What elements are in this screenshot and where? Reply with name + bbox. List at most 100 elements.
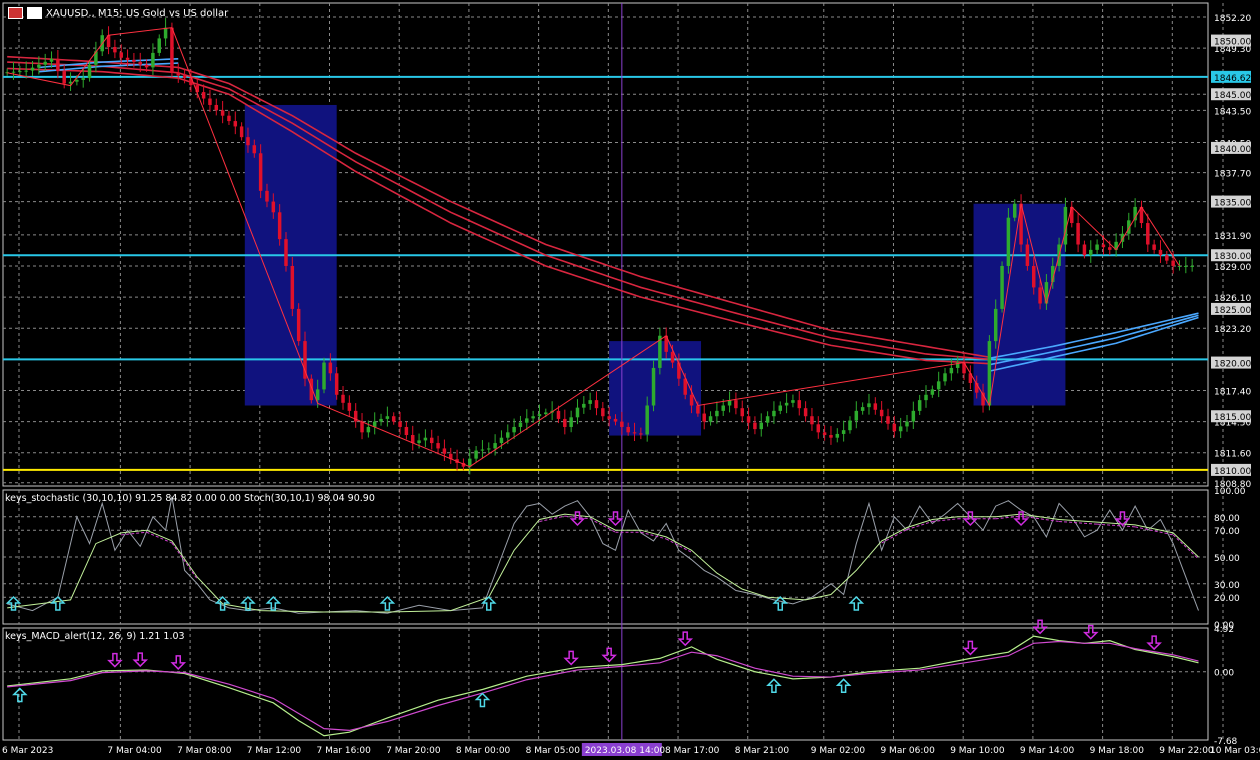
candle-body	[442, 448, 447, 454]
time-axis-label: 9 Mar 10:00	[950, 746, 1005, 756]
candle-body	[930, 389, 935, 395]
candle-body	[87, 64, 92, 79]
candle-body	[220, 110, 225, 116]
stoch-tick-label: 70.00	[1214, 527, 1240, 537]
candle-body	[360, 421, 364, 433]
candle-body	[125, 57, 130, 60]
candle-body	[277, 212, 282, 240]
time-axis-label: 8 Mar 05:00	[526, 746, 581, 756]
candle-body	[246, 137, 250, 146]
candle-body	[239, 126, 244, 138]
candle-body	[854, 410, 859, 421]
candle-body	[759, 422, 763, 430]
candle-body	[56, 58, 60, 72]
candle-body	[905, 421, 909, 427]
candle-body	[588, 400, 592, 404]
candle-body	[1165, 255, 1169, 261]
macd-tick-label: 0.00	[1214, 669, 1234, 679]
candle-body	[499, 437, 504, 444]
candle-body	[1158, 249, 1163, 256]
candle-body	[43, 61, 47, 65]
candle-body	[398, 421, 402, 427]
candle-body	[24, 70, 28, 72]
candle-body	[493, 443, 497, 449]
candle-body	[753, 422, 757, 430]
chart-header: XAUUSD., M15: US Gold vs US dollar	[8, 7, 228, 19]
candle-body	[30, 67, 35, 71]
candle-body	[740, 408, 744, 417]
candle-body	[265, 190, 269, 202]
candle-body	[1076, 223, 1080, 245]
candle-body	[170, 27, 174, 73]
candle-body	[487, 448, 491, 450]
price-tick-label: 1829.00	[1214, 263, 1251, 273]
candle-body	[18, 71, 22, 73]
time-axis-label: 8 Mar 17:00	[665, 746, 720, 756]
candle-body	[746, 416, 751, 423]
candle-body	[138, 62, 142, 65]
candle-body	[949, 367, 954, 374]
candle-body	[848, 420, 852, 431]
candle-body	[772, 410, 776, 417]
price-tick-label: 1837.70	[1214, 170, 1251, 180]
candle-body	[1101, 244, 1106, 248]
price-tick-label: 1823.20	[1214, 325, 1251, 335]
chart-window-icon	[8, 7, 23, 19]
candle-body	[721, 405, 725, 411]
candle-body	[835, 433, 840, 438]
candle-body	[119, 52, 123, 58]
candle-body	[639, 433, 643, 435]
price-label-text: 1845.00	[1214, 91, 1251, 101]
candle-body	[429, 437, 434, 444]
candle-body	[829, 435, 833, 438]
candle-body	[322, 362, 326, 390]
price-label-box: 1815.00	[1211, 410, 1251, 423]
candle-body	[1082, 244, 1087, 256]
time-axis-label: 7 Mar 20:00	[386, 746, 441, 756]
candle-body	[892, 423, 897, 432]
candle-body	[917, 400, 922, 411]
stoch-tick-label: 100.00	[1214, 487, 1246, 497]
candle-body	[816, 424, 821, 433]
time-axis-label: 10 Mar 03:00	[1210, 746, 1260, 756]
candle-body	[157, 38, 161, 53]
candle-body	[1177, 265, 1182, 267]
candle-body	[1000, 265, 1004, 309]
candle-body	[404, 426, 409, 436]
candle-body	[873, 403, 878, 410]
candle-body	[1190, 265, 1194, 267]
candle-body	[347, 402, 352, 411]
candle-body	[582, 403, 586, 408]
candle-body	[271, 201, 276, 213]
candle-body	[290, 265, 295, 309]
candle-body	[601, 408, 605, 417]
candle-body	[334, 373, 339, 395]
candle-body	[689, 394, 694, 406]
candle-body	[860, 407, 865, 411]
candle-body	[696, 405, 700, 414]
candle-body	[556, 410, 561, 419]
candle-body	[563, 418, 567, 427]
price-label-box: 1835.00	[1211, 195, 1251, 209]
price-label-text: 1820.00	[1214, 360, 1251, 370]
candle	[651, 360, 656, 412]
candle-body	[328, 362, 333, 374]
trading-chart[interactable]: 1852.201849.301846.621845.001843.501840.…	[0, 0, 1260, 760]
candle-body	[512, 426, 516, 433]
price-label-box: 1820.00	[1211, 356, 1251, 370]
candle-body	[417, 440, 421, 444]
candle-body	[258, 153, 263, 191]
candle-body	[867, 403, 871, 408]
candle-body	[1146, 223, 1150, 245]
candle-body	[537, 414, 542, 417]
candle-body	[208, 98, 212, 105]
candle-body	[341, 394, 345, 403]
candle-body	[1012, 203, 1017, 218]
stoch-tick-label: 30.00	[1214, 581, 1240, 591]
time-axis-label: 9 Mar 02:00	[811, 746, 866, 756]
candle-body	[715, 410, 719, 417]
candle-body	[176, 72, 181, 76]
candle-body	[1025, 244, 1030, 266]
candle-body	[480, 449, 485, 451]
candle-body	[391, 416, 396, 422]
